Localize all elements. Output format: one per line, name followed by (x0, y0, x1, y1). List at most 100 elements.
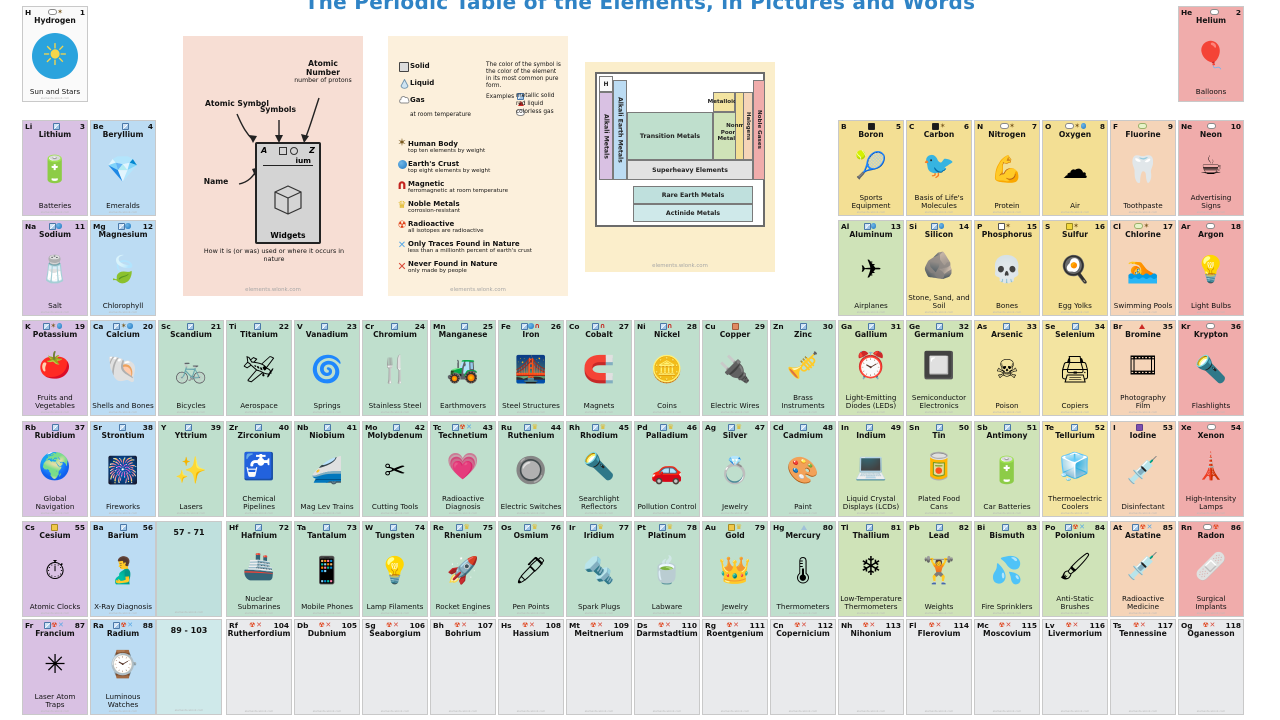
element-cell-ne[interactable]: Ne 10 Neon ☕ Advertising Signs elements.wlonk… (1178, 120, 1244, 216)
element-cell-co[interactable]: Co ∩ 27 Cobalt 🧲 Magnets elements.wlonk.com (566, 320, 632, 416)
element-cell-nb[interactable]: Nb 41 Niobium 🚄 Mag Lev Trains elements.wlonk… (294, 421, 360, 517)
element-cell-cl[interactable]: Cl ✶ 17 Chlorine 🏊 Swimming Pools elements.wlo… (1110, 220, 1176, 316)
element-cell-o[interactable]: O ✶ 8 Oxygen ☁ Air elements.wlonk.com (1042, 120, 1108, 216)
element-cell-pt[interactable]: Pt ♛ 78 Platinum 🍵 Labware elements.wlonk.com (634, 521, 700, 617)
element-cell-h[interactable]: H ✶ 1 Hydrogen ☀ Sun and Stars elements.wlonk.… (22, 6, 88, 102)
element-cell-c[interactable]: C ✶ 6 Carbon 🐦 Basis of Life's Molecules eleme… (906, 120, 972, 216)
element-cell-he[interactable]: He 2 Helium 🎈 Balloons elements.wlonk.com (1178, 6, 1244, 102)
element-cell-rf[interactable]: Rf ☢✕ 104 Rutherfordium elements.wlonk.com (226, 619, 292, 715)
element-cell-re[interactable]: Re ♛ 75 Rhenium 🚀 Rocket Engines elements.wlon… (430, 521, 496, 617)
element-cell-hf[interactable]: Hf 72 Hafnium 🚢 Nuclear Submarines elements.w… (226, 521, 292, 617)
element-cell-pb[interactable]: Pb 82 Lead 🏋 Weights elements.wlonk.com (906, 521, 972, 617)
copper-solid-icon (731, 322, 739, 330)
element-cell-f[interactable]: F 9 Fluorine 🦷 Toothpaste elements.wlonk.com (1110, 120, 1176, 216)
element-cell-au[interactable]: Au ♛ 79 Gold 👑 Jewelry elements.wlonk.com (702, 521, 768, 617)
element-cell-bi[interactable]: Bi 83 Bismuth 💦 Fire Sprinklers elements.wlon… (974, 521, 1040, 617)
element-cell-hs[interactable]: Hs ☢✕ 108 Hassium elements.wlonk.com (498, 619, 564, 715)
element-cell-zr[interactable]: Zr 40 Zirconium 🚰 Chemical Pipelines elements… (226, 421, 292, 517)
element-cell-kr[interactable]: Kr 36 Krypton 🔦 Flashlights elements.wlonk.co… (1178, 320, 1244, 416)
element-cell-ti[interactable]: Ti 22 Titanium 🛩 Aerospace elements.wlonk.com (226, 320, 292, 416)
element-cell-tl[interactable]: Tl 81 Thallium ❄ Low-Temperature Thermometer… (838, 521, 904, 617)
element-cell-ru[interactable]: Ru ♛ 44 Ruthenium 🔘 Electric Switches elements… (498, 421, 564, 517)
element-cell-ni[interactable]: Ni ∩ 28 Nickel 🪙 Coins elements.wlonk.com (634, 320, 700, 416)
element-cell-db[interactable]: Db ☢✕ 105 Dubnium elements.wlonk.com (294, 619, 360, 715)
element-cell-sn[interactable]: Sn 50 Tin 🥫 Plated Food Cans elements.wlonk.c… (906, 421, 972, 517)
element-cell-sb[interactable]: Sb 51 Antimony 🔋 Car Batteries elements.wlonk… (974, 421, 1040, 517)
element-name: Radium (106, 629, 140, 638)
element-cell-y[interactable]: Y 39 Yttrium ✨ Lasers elements.wlonk.com (158, 421, 224, 517)
element-cell-lv[interactable]: Lv ☢✕ 116 Livermorium elements.wlonk.com (1042, 619, 1108, 715)
element-use: Lasers (179, 501, 203, 511)
element-cell-ra[interactable]: Ra ☢✕ 88 Radium ⌚ Luminous Watches elements.wl… (90, 619, 156, 715)
element-cell-w[interactable]: W 74 Tungsten 💡 Lamp Filaments elements.wlonk… (362, 521, 428, 617)
element-cell-xe[interactable]: Xe 54 Xenon 🗼 High-Intensity Lamps elements.w… (1178, 421, 1244, 517)
element-cell-se[interactable]: Se 34 Selenium 🖨 Copiers elements.wlonk.com (1042, 320, 1108, 416)
element-cell-cs[interactable]: Cs 55 Cesium ⏱ Atomic Clocks elements.wlonk.c… (22, 521, 88, 617)
element-cell-zn[interactable]: Zn 30 Zinc 🎺 Brass Instruments elements.wlonk… (770, 320, 836, 416)
element-cell-ca[interactable]: Ca ✶ 20 Calcium 🐚 Shells and Bones elements.wl… (90, 320, 156, 416)
element-cell-v[interactable]: V 23 Vanadium 🌀 Springs elements.wlonk.com (294, 320, 360, 416)
element-cell-mg[interactable]: Mg 12 Magnesium 🍃 Chlorophyll elements.wlonk.… (90, 220, 156, 316)
element-cell-mo[interactable]: Mo 42 Molybdenum ✂ Cutting Tools elements.wlo… (362, 421, 428, 517)
element-cell-al[interactable]: Al 13 Aluminum ✈ Airplanes elements.wlonk.com (838, 220, 904, 316)
element-cell-sg[interactable]: Sg ☢✕ 106 Seaborgium elements.wlonk.com (362, 619, 428, 715)
element-illustration: 🌡 (786, 556, 820, 587)
element-cell-rb[interactable]: Rb 37 Rubidium 🌍 Global Navigation elements.w… (22, 421, 88, 517)
element-cell-li[interactable]: Li 3 Lithium 🔋 Batteries elements.wlonk.com (22, 120, 88, 216)
element-name: Scandium (170, 330, 212, 339)
element-cell-at[interactable]: At ☢✕ 85 Astatine 💉 Radioactive Medicine eleme… (1110, 521, 1176, 617)
element-cell-ir[interactable]: Ir ♛ 77 Iridium 🔩 Spark Plugs elements.wlonk.c… (566, 521, 632, 617)
key-prop-traces-label: Only Traces Found in Nature (408, 240, 520, 248)
element-cell-tc[interactable]: Tc ☢✕ 43 Technetium 💗 Radioactive Diagnosis el… (430, 421, 496, 517)
element-name: Roentgenium (706, 629, 764, 638)
element-cell-hg[interactable]: Hg 80 Mercury 🌡 Thermometers elements.wlonk.c… (770, 521, 836, 617)
element-name: Osmium (513, 531, 549, 540)
element-cell-rg[interactable]: Rg ☢✕ 111 Roentgenium elements.wlonk.com (702, 619, 768, 715)
element-cell-n[interactable]: N ✶ 7 Nitrogen 💪 Protein elements.wlonk.com (974, 120, 1040, 216)
element-cell-in[interactable]: In 49 Indium 💻 Liquid Crystal Displays (LCDs… (838, 421, 904, 517)
element-cell-ts[interactable]: Ts ☢✕ 117 Tennessine elements.wlonk.com (1110, 619, 1176, 715)
element-cell-cn[interactable]: Cn ☢✕ 112 Copernicium elements.wlonk.com (770, 619, 836, 715)
element-cell-s[interactable]: S ✶ 16 Sulfur 🍳 Egg Yolks elements.wlonk.com (1042, 220, 1108, 316)
element-cell-mn[interactable]: Mn 25 Manganese 🚜 Earthmovers elements.wlonk.… (430, 320, 496, 416)
element-cell-te[interactable]: Te 52 Tellurium 🧊 Thermoelectric Coolers elem… (1042, 421, 1108, 517)
element-cell-br[interactable]: Br 35 Bromine 🎞 Photography Film elements.wlo… (1110, 320, 1176, 416)
element-cell-as[interactable]: As 33 Arsenic ☠ Poison elements.wlonk.com (974, 320, 1040, 416)
element-cell-fl[interactable]: Fl ☢✕ 114 Flerovium elements.wlonk.com (906, 619, 972, 715)
element-cell-ga[interactable]: Ga 31 Gallium ⏰ Light-Emitting Diodes (LEDs)… (838, 320, 904, 416)
element-cell-rh[interactable]: Rh ♛ 45 Rhodium 🔦 Searchlight Reflectors eleme… (566, 421, 632, 517)
element-cell-ag[interactable]: Ag ♛ 47 Silver 💍 Jewelry elements.wlonk.com (702, 421, 768, 517)
element-cell-i[interactable]: I 53 Iodine 💉 Disinfectant elements.wlonk.com (1110, 421, 1176, 517)
element-cell-sc[interactable]: Sc 21 Scandium 🚲 Bicycles elements.wlonk.com (158, 320, 224, 416)
element-cell-og[interactable]: Og ☢✕ 118 Oganesson elements.wlonk.com (1178, 619, 1244, 715)
element-cell-be[interactable]: Be 4 Beryllium 💎 Emeralds elements.wlonk.com (90, 120, 156, 216)
element-credit: elements.wlonk.com (856, 512, 886, 515)
element-cell-nh[interactable]: Nh ☢✕ 113 Nihonium elements.wlonk.com (838, 619, 904, 715)
element-cell-ba[interactable]: Ba 56 Barium 🫃 X-Ray Diagnosis elements.wlonk… (90, 521, 156, 617)
actinide-range-cell[interactable]: 89 - 103 elements.wlonk.com (156, 619, 222, 715)
element-cell-k[interactable]: K ✶ 19 Potassium 🍅 Fruits and Vegetables eleme… (22, 320, 88, 416)
element-cell-ta[interactable]: Ta 73 Tantalum 📱 Mobile Phones elements.wlonk… (294, 521, 360, 617)
element-cell-os[interactable]: Os ♛ 76 Osmium 🖊 Pen Points elements.wlonk.com (498, 521, 564, 617)
element-cell-fr[interactable]: Fr ☢✕ 87 Francium ✳ Laser Atom Traps elements.… (22, 619, 88, 715)
element-cell-ds[interactable]: Ds ☢✕ 110 Darmstadtium elements.wlonk.com (634, 619, 700, 715)
lanthanide-range-cell[interactable]: 57 - 71 elements.wlonk.com (156, 521, 222, 617)
element-cell-mt[interactable]: Mt ☢✕ 109 Meitnerium elements.wlonk.com (566, 619, 632, 715)
element-cell-rn[interactable]: Rn ☢ 86 Radon 🩹 Surgical Implants elements.wlo… (1178, 521, 1244, 617)
element-cell-ge[interactable]: Ge 32 Germanium 🔲 Semiconductor Electronics e… (906, 320, 972, 416)
element-cell-pd[interactable]: Pd ♛ 46 Palladium 🚗 Pollution Control elements… (634, 421, 700, 517)
element-cell-po[interactable]: Po ☢✕ 84 Polonium 🖌 Anti-Static Brushes elemen… (1042, 521, 1108, 617)
element-cell-cu[interactable]: Cu 29 Copper 🔌 Electric Wires elements.wlonk.… (702, 320, 768, 416)
element-cell-mc[interactable]: Mc ☢✕ 115 Moscovium elements.wlonk.com (974, 619, 1040, 715)
element-cell-sr[interactable]: Sr 38 Strontium 🎆 Fireworks elements.wlonk.co… (90, 421, 156, 517)
element-cell-na[interactable]: Na 11 Sodium 🧂 Salt elements.wlonk.com (22, 220, 88, 316)
element-cell-si[interactable]: Si 14 Silicon 🪨 Stone, Sand, and Soil element… (906, 220, 972, 316)
element-cell-p[interactable]: P ✶ 15 Phosphorus 💀 Bones elements.wlonk.com (974, 220, 1040, 316)
element-cell-cr[interactable]: Cr 24 Chromium 🍴 Stainless Steel elements.wlo… (362, 320, 428, 416)
key-example-metallic-label: metallic solid (516, 93, 555, 99)
element-cell-bh[interactable]: Bh ☢✕ 107 Bohrium elements.wlonk.com (430, 619, 496, 715)
element-cell-cd[interactable]: Cd 48 Cadmium 🎨 Paint elements.wlonk.com (770, 421, 836, 517)
element-cell-fe[interactable]: Fe ∩ 26 Iron 🌉 Steel Structures elements.wlonk… (498, 320, 564, 416)
element-cell-b[interactable]: B 5 Boron 🎾 Sports Equipment elements.wlonk.c… (838, 120, 904, 216)
element-cell-ar[interactable]: Ar 18 Argon 💡 Light Bulbs elements.wlonk.com (1178, 220, 1244, 316)
